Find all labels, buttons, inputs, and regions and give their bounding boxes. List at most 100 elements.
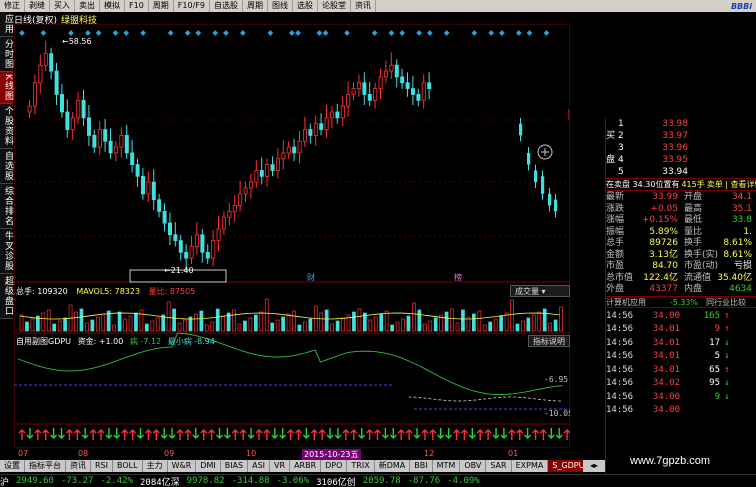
menu-item[interactable]: 卖出 — [75, 0, 100, 12]
candle-body — [519, 123, 523, 136]
menu-item[interactable]: 修正 — [0, 0, 25, 12]
tick-row: 14:56 34.01 65 ↑ — [606, 364, 756, 378]
signal-diamond — [322, 30, 329, 36]
status-value: 2059.78 — [362, 476, 401, 486]
menu-item[interactable]: 周期 — [149, 0, 174, 12]
side-tab[interactable]: 超级盘口 — [0, 273, 13, 319]
indicator-tab[interactable]: MTM — [433, 460, 461, 472]
quote-value: 5.89% — [649, 226, 678, 237]
volume-bar — [303, 321, 307, 332]
candle-body — [378, 76, 383, 90]
date-tick-label: 08 — [78, 449, 89, 458]
volume-header: 总手: 109320 MAVOL5: 78323 量比: 87505 — [16, 286, 195, 297]
menu-item[interactable]: 资讯 — [351, 0, 376, 12]
menu-item[interactable]: 图线 — [268, 0, 293, 12]
order-book-row[interactable]: 3 33.96 — [606, 142, 756, 154]
indicator-tab[interactable]: DMI — [196, 460, 221, 472]
volume-bar — [368, 319, 373, 332]
candle-body — [157, 199, 162, 212]
indicator-tab[interactable]: OBV — [460, 460, 487, 472]
indicator-tab[interactable]: ASI — [248, 460, 271, 472]
menu-item[interactable]: 模拟 — [100, 0, 125, 12]
side-tab[interactable]: 牛叉诊股 — [0, 228, 13, 274]
quote-key: 总市值 — [606, 272, 634, 283]
candle-body — [427, 82, 432, 90]
indicator-tab[interactable]: EXPMA — [512, 460, 549, 472]
side-tab[interactable]: 自选股 — [0, 148, 13, 184]
volume-bar — [74, 311, 78, 332]
candle-body — [49, 53, 54, 72]
menu-item[interactable]: 剥缝 — [25, 0, 50, 12]
indicator-tab[interactable]: VR — [270, 460, 291, 472]
candle-body — [108, 140, 113, 154]
signal-diamond — [19, 30, 25, 36]
volume-bar — [286, 313, 291, 332]
candle-body — [135, 164, 140, 177]
menu-item[interactable]: F10/F9 — [174, 0, 210, 12]
volume-bar — [553, 319, 558, 332]
indicator-tab[interactable]: 设置 — [0, 460, 25, 472]
menu-item[interactable]: 周期 — [243, 0, 268, 12]
candle-body — [97, 129, 102, 148]
order-book-row[interactable]: 1 33.98 — [606, 118, 756, 130]
menu-item[interactable]: 选股 — [293, 0, 318, 12]
menu-item[interactable]: F10 — [125, 0, 149, 12]
volume-bar — [384, 310, 389, 332]
indicator-tab[interactable]: 新DMA — [375, 460, 411, 472]
tick-direction-icon: ↓ — [724, 351, 730, 361]
volume-bar — [341, 317, 345, 332]
indicator-tab[interactable]: 指标平台 — [25, 460, 66, 472]
status-value: 2949.60 — [16, 476, 54, 486]
signal-diamond — [184, 30, 191, 36]
indicator-tab[interactable]: BOLL — [113, 460, 143, 472]
order-book-row[interactable]: 盘 4 33.95 — [606, 154, 756, 166]
sector-row[interactable]: 计算机应用 -5.33% 同行业比较 — [606, 295, 756, 308]
candle-body — [313, 123, 318, 136]
tab-scroll-arrows[interactable]: ◂▸ — [583, 460, 605, 472]
indicator-help-button[interactable]: 指标说明 — [528, 335, 570, 347]
indicator-tab[interactable]: SAR — [486, 460, 512, 472]
candle-body — [194, 234, 199, 247]
quote-row: 总手 89726 换手 8.61% — [606, 238, 756, 250]
side-tab[interactable]: K线图 — [0, 72, 13, 104]
candle-body — [130, 152, 135, 166]
tick-price: 34.00 — [652, 310, 680, 321]
volume-bar — [548, 322, 553, 332]
order-book-row[interactable]: 5 33.94 — [606, 166, 756, 178]
indicator-hold: 资金: +1.00 — [77, 337, 124, 346]
volume-selector-button[interactable]: 成交量 ▾ — [510, 285, 570, 297]
order-summary[interactable]: 在卖盘 34.30位置有 415手 卖单 | 查看详情 — [606, 178, 756, 190]
indicator-tab[interactable]: BBI — [410, 460, 433, 472]
volume-bar — [373, 316, 378, 332]
signal-diamond — [212, 30, 219, 36]
side-tab[interactable]: 综合排名 — [0, 183, 13, 229]
indicator-tab[interactable]: ARBR — [290, 460, 322, 472]
menu-item[interactable]: 买入 — [50, 0, 75, 12]
indicator-tab[interactable]: 主力 — [143, 460, 168, 472]
side-tab[interactable]: 个股资料 — [0, 103, 13, 149]
order-price: 33.98 — [662, 119, 688, 129]
candle-body — [281, 152, 286, 160]
quote-key-2: 流通值 — [684, 272, 712, 283]
indicator-tab[interactable]: TRIX — [347, 460, 375, 472]
order-book-row[interactable]: 买 2 33.97 — [606, 130, 756, 142]
indicator-tab[interactable]: 资讯 — [66, 460, 91, 472]
indicator-tab[interactable]: DPO — [321, 460, 348, 472]
indicator-tab[interactable]: RSI — [91, 460, 113, 472]
quote-key-2: 最高 — [684, 203, 703, 214]
volume-bar — [166, 301, 171, 332]
candle-body — [92, 134, 97, 148]
menu-item[interactable]: 论股堂 — [318, 0, 351, 12]
side-tab[interactable]: 应用 — [0, 12, 13, 37]
sector-compare-link[interactable]: 同行业比较 — [706, 297, 746, 307]
indicator-tab[interactable]: W&R — [168, 460, 197, 472]
kline-chart-area[interactable]: ←58.56←21.40财榜45.3044.1335.9427.64237661… — [14, 24, 570, 448]
menu-item[interactable]: 自选股 — [210, 0, 243, 12]
order-level: 2 — [618, 131, 624, 141]
tick-row: 14:56 34.00 9 ↓ — [606, 391, 756, 405]
candle-body — [383, 70, 388, 78]
status-value: -3.06% — [276, 476, 310, 486]
tick-volume: 65 — [709, 364, 720, 375]
indicator-tab[interactable]: BIAS — [221, 460, 249, 472]
side-tab[interactable]: 分时图 — [0, 37, 13, 72]
